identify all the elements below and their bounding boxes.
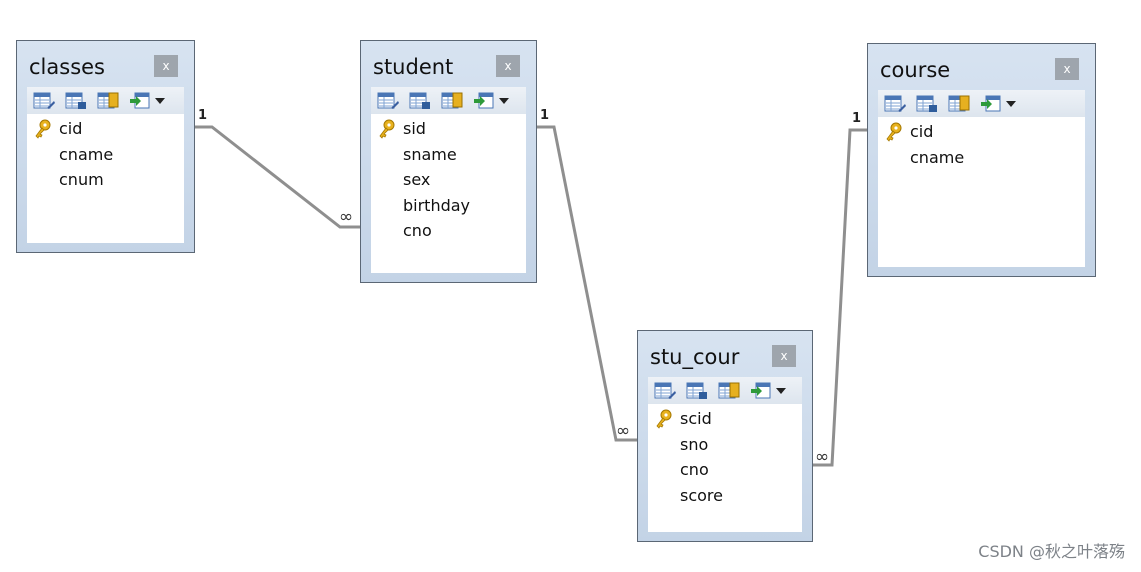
import-icon[interactable] bbox=[750, 382, 772, 400]
field-name: cid bbox=[59, 119, 83, 139]
field-name: sex bbox=[403, 170, 431, 190]
field-name: cno bbox=[403, 221, 432, 241]
table-title: course bbox=[880, 58, 951, 82]
table-toolbar bbox=[878, 90, 1085, 117]
design-table-icon[interactable] bbox=[409, 92, 431, 110]
primary-key-icon bbox=[878, 122, 910, 142]
table-title: student bbox=[373, 55, 454, 79]
close-button[interactable]: x bbox=[1055, 58, 1079, 80]
edit-table-icon[interactable] bbox=[884, 95, 906, 113]
field-name: sno bbox=[680, 434, 709, 454]
relation-label-stu-cour-many-b: ∞ bbox=[815, 447, 830, 467]
import-icon[interactable] bbox=[980, 95, 1002, 113]
field-row[interactable]: birthday bbox=[371, 193, 526, 219]
field-name: score bbox=[680, 485, 723, 505]
field-row[interactable]: sex bbox=[371, 167, 526, 193]
design-table-icon[interactable] bbox=[65, 92, 87, 110]
import-icon[interactable] bbox=[129, 92, 151, 110]
table-stu-cour[interactable]: stu_cour x scid sno cno score bbox=[637, 330, 813, 542]
table-title-bar[interactable]: course x bbox=[878, 44, 1085, 90]
primary-key-icon bbox=[27, 119, 59, 139]
field-list: sid sname sex birthday cno bbox=[371, 114, 526, 273]
field-name: sname bbox=[403, 144, 457, 164]
design-table-icon[interactable] bbox=[686, 382, 708, 400]
close-button[interactable]: x bbox=[154, 55, 178, 77]
field-name: cid bbox=[910, 122, 934, 142]
primary-key-icon bbox=[648, 409, 680, 429]
watermark: CSDN @秋之叶落殇 bbox=[978, 542, 1125, 561]
relation-course-stu-cour[interactable] bbox=[813, 128, 867, 467]
field-name: cno bbox=[680, 460, 709, 480]
field-name: cname bbox=[59, 144, 114, 164]
table-title-bar[interactable]: stu_cour x bbox=[648, 331, 802, 377]
chevron-down-icon[interactable] bbox=[155, 97, 165, 104]
field-list: cid cname bbox=[878, 117, 1085, 267]
field-row[interactable]: cid bbox=[878, 119, 1085, 145]
relation-label-stu-cour-many-a: ∞ bbox=[616, 421, 631, 441]
field-list: cid cname cnum bbox=[27, 114, 184, 243]
field-name: cnum bbox=[59, 170, 104, 190]
field-list: scid sno cno score bbox=[648, 404, 802, 532]
field-row[interactable]: cno bbox=[371, 218, 526, 244]
field-row[interactable]: sno bbox=[648, 432, 802, 458]
relation-student-stu-cour[interactable] bbox=[537, 125, 637, 442]
design-table-icon[interactable] bbox=[916, 95, 938, 113]
field-row[interactable]: sid bbox=[371, 116, 526, 142]
field-row[interactable]: cnum bbox=[27, 167, 184, 193]
index-key-icon[interactable] bbox=[718, 382, 740, 400]
chevron-down-icon[interactable] bbox=[776, 387, 786, 394]
index-key-icon[interactable] bbox=[948, 95, 970, 113]
table-student[interactable]: student x sid sname sex birthday cno bbox=[360, 40, 537, 283]
relation-classes-student[interactable] bbox=[195, 125, 360, 229]
table-title-bar[interactable]: student x bbox=[371, 41, 526, 87]
edit-table-icon[interactable] bbox=[654, 382, 676, 400]
field-name: sid bbox=[403, 119, 426, 139]
relation-label-student-many: ∞ bbox=[339, 207, 354, 227]
field-name: cname bbox=[910, 147, 965, 167]
import-icon[interactable] bbox=[473, 92, 495, 110]
close-button[interactable]: x bbox=[496, 55, 520, 77]
field-name: birthday bbox=[403, 195, 471, 215]
chevron-down-icon[interactable] bbox=[1006, 100, 1016, 107]
field-row[interactable]: score bbox=[648, 483, 802, 509]
table-title: classes bbox=[29, 55, 105, 79]
close-button[interactable]: x bbox=[772, 345, 796, 367]
field-row[interactable]: cname bbox=[878, 145, 1085, 171]
relation-label-classes-one: 1 bbox=[198, 108, 208, 123]
edit-table-icon[interactable] bbox=[377, 92, 399, 110]
table-classes[interactable]: classes x cid cname cnum bbox=[16, 40, 195, 253]
field-row[interactable]: sname bbox=[371, 142, 526, 168]
field-row[interactable]: cid bbox=[27, 116, 184, 142]
table-title-bar[interactable]: classes x bbox=[27, 41, 184, 87]
index-key-icon[interactable] bbox=[441, 92, 463, 110]
field-row[interactable]: cno bbox=[648, 457, 802, 483]
field-name: scid bbox=[680, 409, 712, 429]
table-toolbar bbox=[27, 87, 184, 114]
index-key-icon[interactable] bbox=[97, 92, 119, 110]
table-course[interactable]: course x cid cname bbox=[867, 43, 1096, 277]
field-row[interactable]: cname bbox=[27, 142, 184, 168]
relation-label-course-one: 1 bbox=[852, 111, 862, 126]
primary-key-icon bbox=[371, 119, 403, 139]
table-toolbar bbox=[371, 87, 526, 114]
relation-label-student-one: 1 bbox=[540, 108, 550, 123]
edit-table-icon[interactable] bbox=[33, 92, 55, 110]
chevron-down-icon[interactable] bbox=[499, 97, 509, 104]
table-title: stu_cour bbox=[650, 345, 740, 369]
table-toolbar bbox=[648, 377, 802, 404]
field-row[interactable]: scid bbox=[648, 406, 802, 432]
